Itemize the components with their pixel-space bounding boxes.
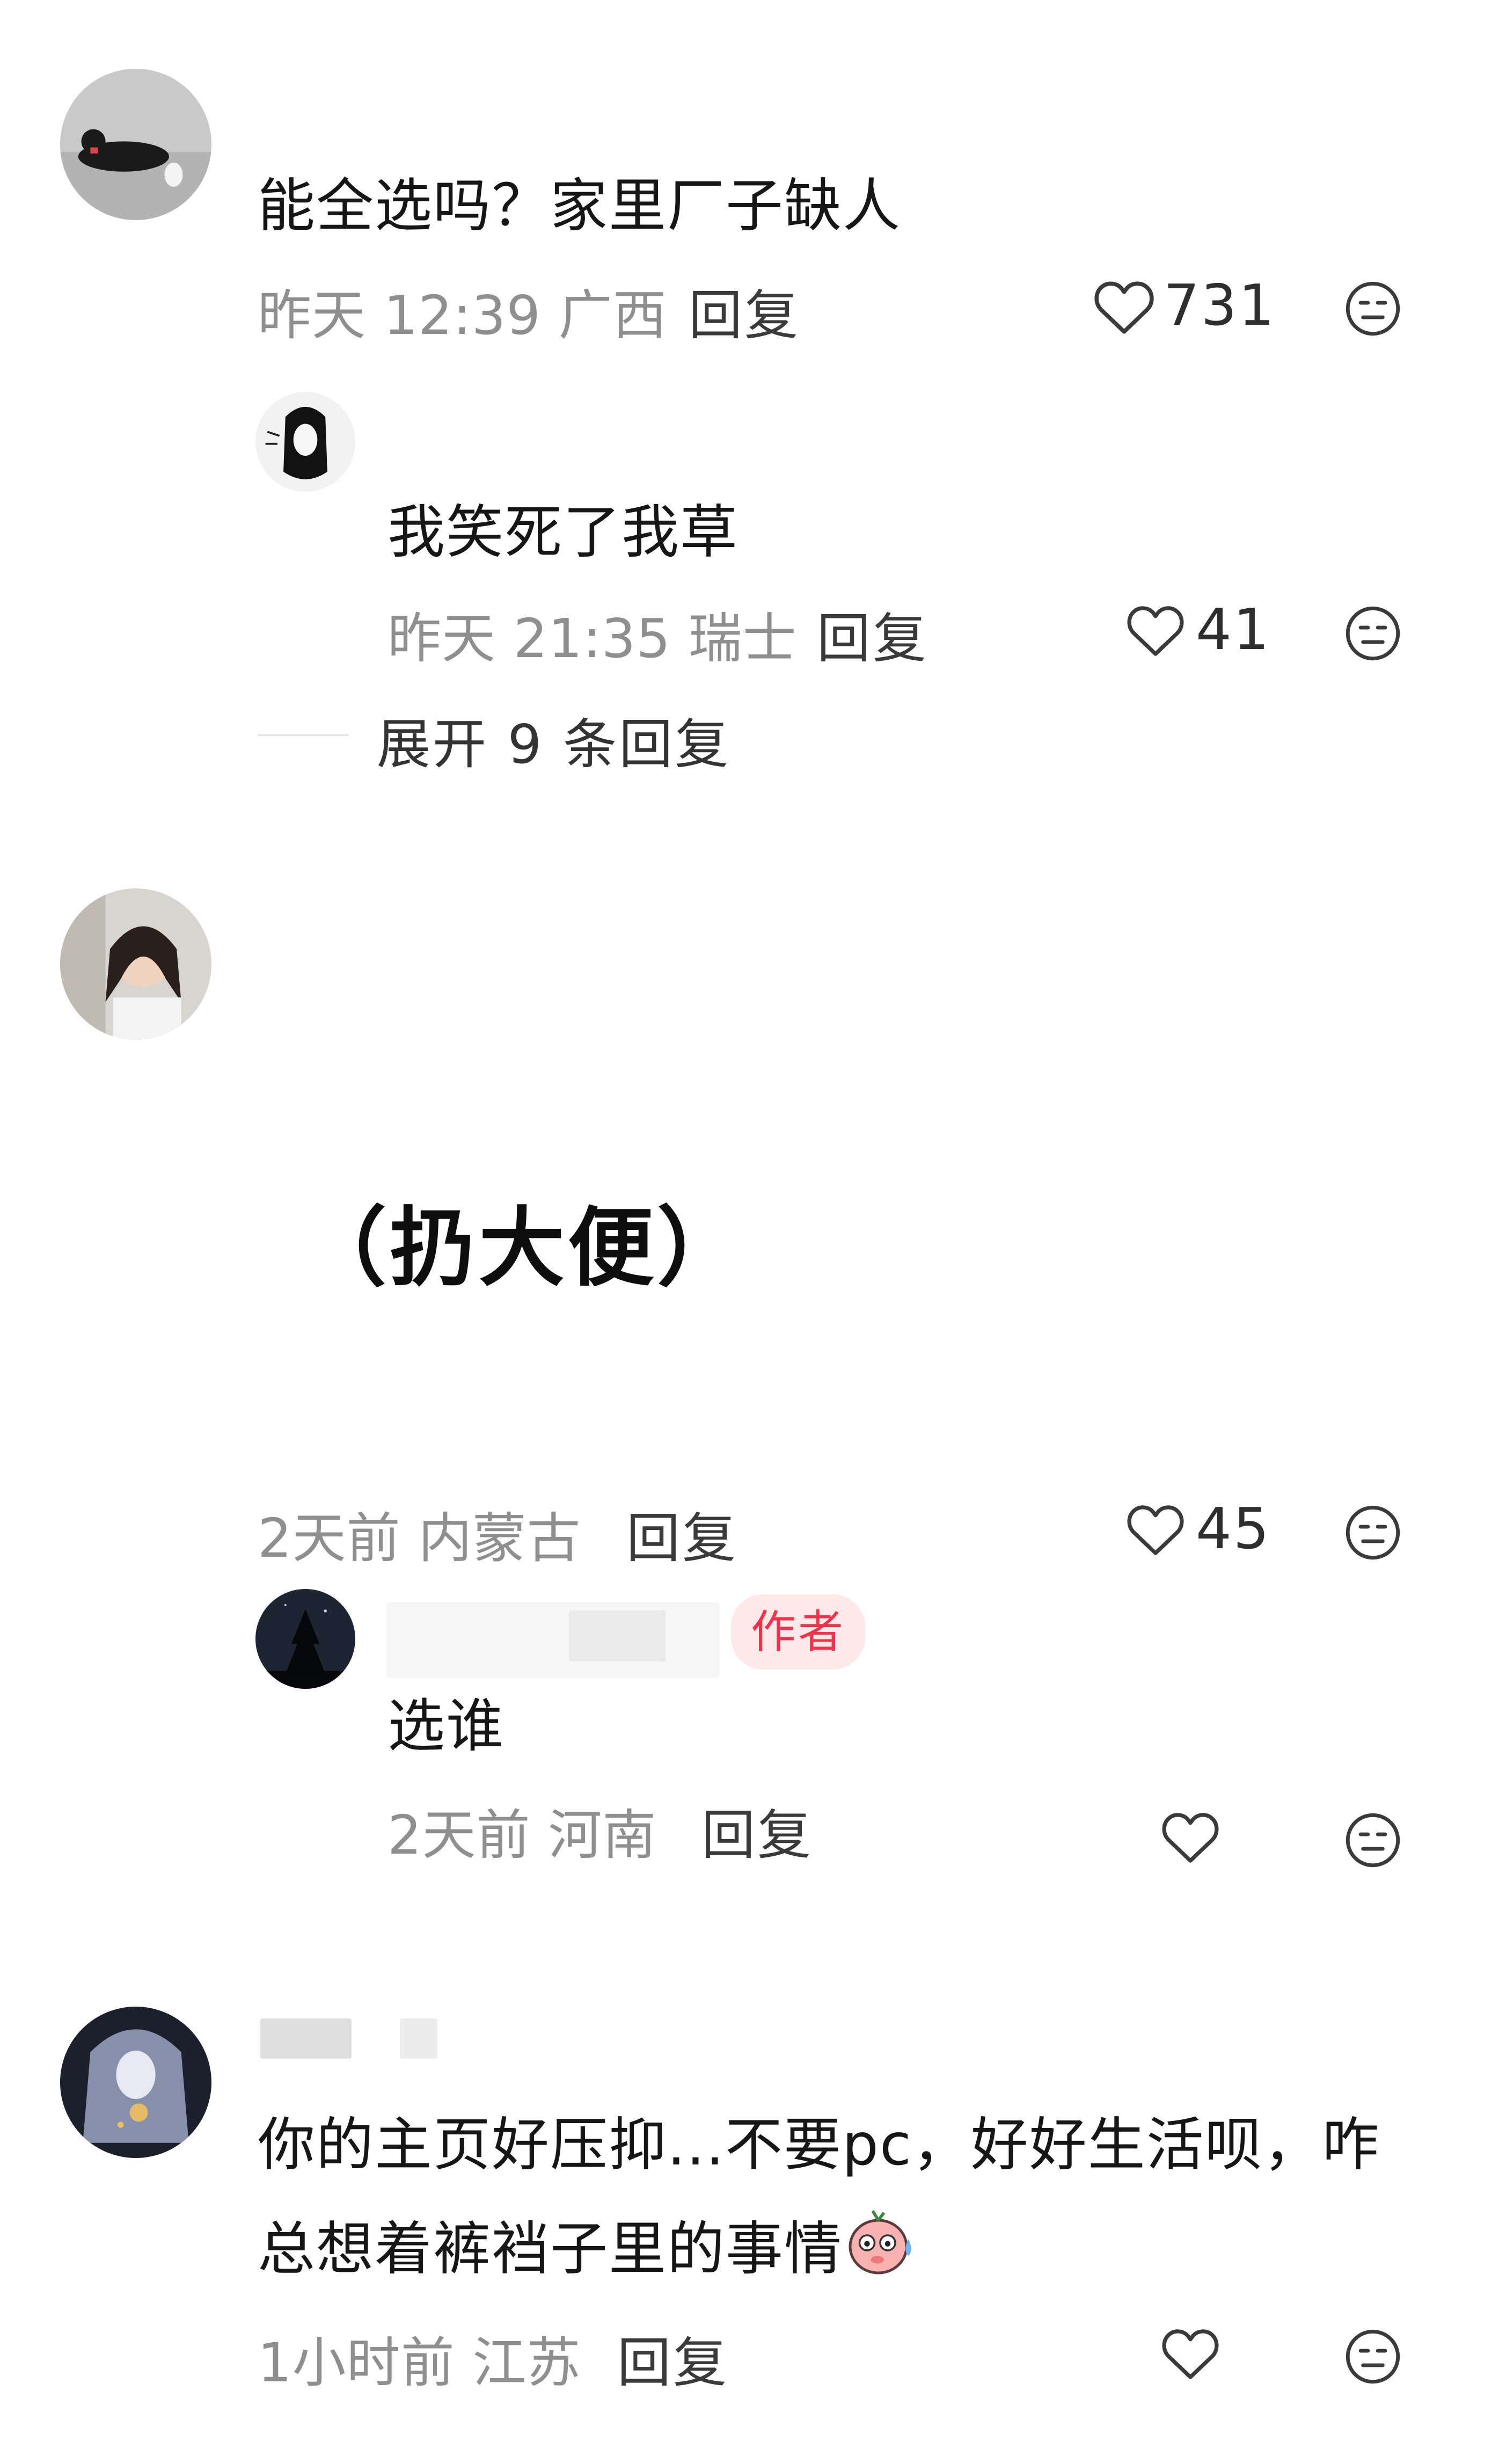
like-count: 45 <box>1196 1496 1271 1562</box>
avatar-fantasy-image <box>60 2007 211 2158</box>
like-button[interactable] <box>1093 279 1155 336</box>
pig-sweat-emoji-icon <box>843 2205 918 2280</box>
reply-meta: 2天前 河南 <box>387 1791 656 1869</box>
comment-time: 昨天 12:39 <box>258 284 541 347</box>
heart-outline-icon <box>1127 1505 1184 1555</box>
avatar-girl-image <box>60 888 211 1040</box>
dislike-button[interactable] <box>1343 279 1402 338</box>
avatar[interactable] <box>60 888 211 1040</box>
neutral-face-icon <box>1346 1813 1400 1868</box>
reply-location: 瑞士 <box>688 607 797 670</box>
sticker-text: （扔大便） <box>301 1198 747 1298</box>
reply-text: 我笑死了我草 <box>387 499 739 566</box>
reply-meta: 昨天 21:35 瑞士 <box>387 595 797 673</box>
neutral-face-icon <box>1346 2329 1400 2384</box>
avatar[interactable] <box>60 2007 211 2158</box>
username-redacted <box>569 1610 666 1661</box>
neutral-face-icon <box>1346 606 1400 661</box>
reply-button[interactable]: 回复 <box>617 2319 729 2397</box>
heart-outline-icon <box>1127 606 1184 656</box>
author-badge: 作者 <box>731 1594 865 1670</box>
like-button[interactable] <box>1126 604 1185 658</box>
heart-outline-icon <box>1162 2329 1219 2379</box>
reply-location: 河南 <box>548 1804 657 1867</box>
reply-button[interactable]: 回复 <box>701 1791 813 1869</box>
comment-text: 能全选吗？家里厂子缺人 <box>258 173 902 239</box>
comment-text-line1: 你的主页好压抑...不要pc，好好生活呗，咋 <box>258 2112 1380 2178</box>
reply-button[interactable]: 回复 <box>626 1495 738 1572</box>
username-redacted <box>386 1602 719 1678</box>
dislike-button[interactable] <box>1343 1503 1402 1562</box>
username-redacted <box>260 2018 352 2059</box>
comment-location: 江苏 <box>472 2331 581 2394</box>
comment-meta: 昨天 12:39 广西 <box>258 272 667 349</box>
reply-text: 选谁 <box>387 1693 505 1760</box>
dislike-button[interactable] <box>1343 604 1402 663</box>
comment-time: 2天前 <box>258 1507 401 1570</box>
neutral-face-icon <box>1346 1505 1400 1560</box>
reply-button[interactable]: 回复 <box>689 272 800 349</box>
reply-time: 2天前 <box>387 1804 531 1867</box>
comment-meta: 2天前 内蒙古 <box>258 1495 581 1572</box>
comment-time: 1小时前 <box>258 2331 455 2394</box>
avatar-night-tree-image <box>255 1589 355 1689</box>
avatar[interactable] <box>255 392 355 492</box>
neutral-face-icon <box>1346 281 1400 336</box>
expand-replies-button[interactable]: 展开 9 条回复 <box>377 701 730 778</box>
avatar[interactable] <box>255 1589 355 1689</box>
avatar-cat-image <box>60 69 211 220</box>
avatar-anime-image <box>255 392 355 492</box>
username-redacted <box>400 2018 437 2059</box>
like-count: 41 <box>1196 597 1271 662</box>
comment-meta: 1小时前 江苏 <box>258 2319 581 2397</box>
comment-location: 广西 <box>558 284 667 347</box>
like-button[interactable] <box>1161 1811 1220 1864</box>
heart-outline-icon <box>1094 281 1154 334</box>
dislike-button[interactable] <box>1343 1811 1402 1870</box>
expand-divider <box>258 734 349 736</box>
comment-text-line2: 总想着裤裆子里的事情 <box>258 2205 918 2286</box>
avatar[interactable] <box>60 69 211 220</box>
comment-text-line2-text: 总想着裤裆子里的事情 <box>258 2216 843 2283</box>
comment-location: 内蒙古 <box>418 1507 581 1570</box>
like-button[interactable] <box>1161 2327 1220 2381</box>
like-count: 731 <box>1164 273 1276 338</box>
reply-time: 昨天 21:35 <box>387 607 671 670</box>
heart-outline-icon <box>1162 1813 1219 1863</box>
dislike-button[interactable] <box>1343 2327 1402 2386</box>
like-button[interactable] <box>1126 1503 1185 1557</box>
reply-button[interactable]: 回复 <box>817 595 928 673</box>
